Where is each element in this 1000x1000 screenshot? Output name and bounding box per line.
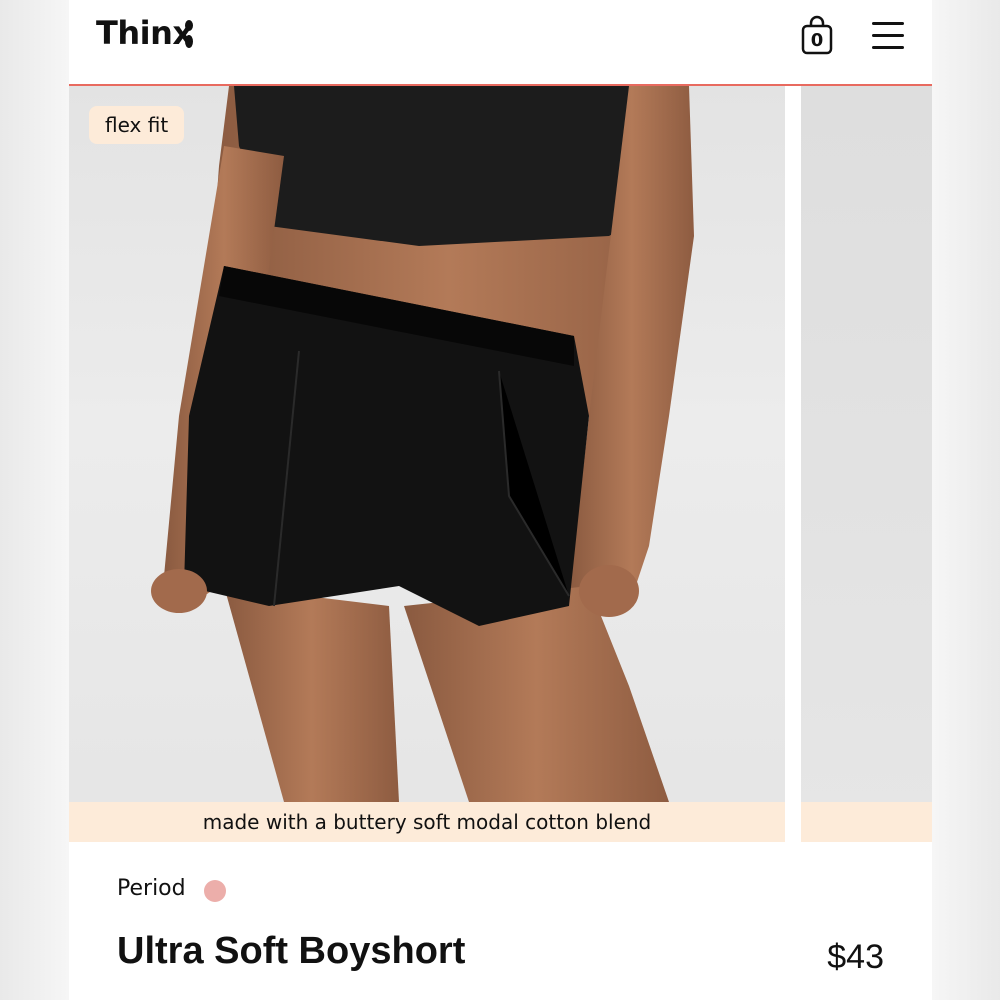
thinx-logo[interactable]: Thinx (96, 14, 193, 52)
product-page: Thinx 0 flex fit made with a buttery sof… (69, 0, 932, 1000)
product-photo (151, 86, 694, 802)
product-price: $43 (827, 938, 884, 976)
page-backdrop-left (0, 0, 69, 1000)
product-category: Period (117, 876, 186, 901)
page-backdrop-right (932, 0, 1000, 1000)
menu-button[interactable] (872, 22, 904, 50)
next-image-slide-peek[interactable] (801, 86, 932, 842)
hamburger-line (872, 46, 904, 49)
hamburger-menu-icon (872, 22, 904, 25)
color-swatch[interactable] (204, 880, 226, 902)
cart-button[interactable]: 0 (800, 14, 834, 56)
product-info: Period Ultra Soft Boyshort $43 (69, 842, 932, 1000)
site-header: Thinx 0 (69, 0, 932, 86)
product-image-slide[interactable]: flex fit made with a buttery soft modal … (69, 86, 785, 842)
thinx-logo-mark-icon (184, 20, 194, 50)
product-title[interactable]: Ultra Soft Boyshort (117, 930, 465, 973)
image-caption: made with a buttery soft modal cotton bl… (69, 802, 785, 842)
next-slide-caption (801, 802, 932, 842)
cart-count: 0 (810, 30, 824, 51)
hamburger-line (872, 34, 904, 37)
product-badge: flex fit (89, 106, 185, 144)
product-image-carousel[interactable]: flex fit made with a buttery soft modal … (69, 86, 932, 842)
